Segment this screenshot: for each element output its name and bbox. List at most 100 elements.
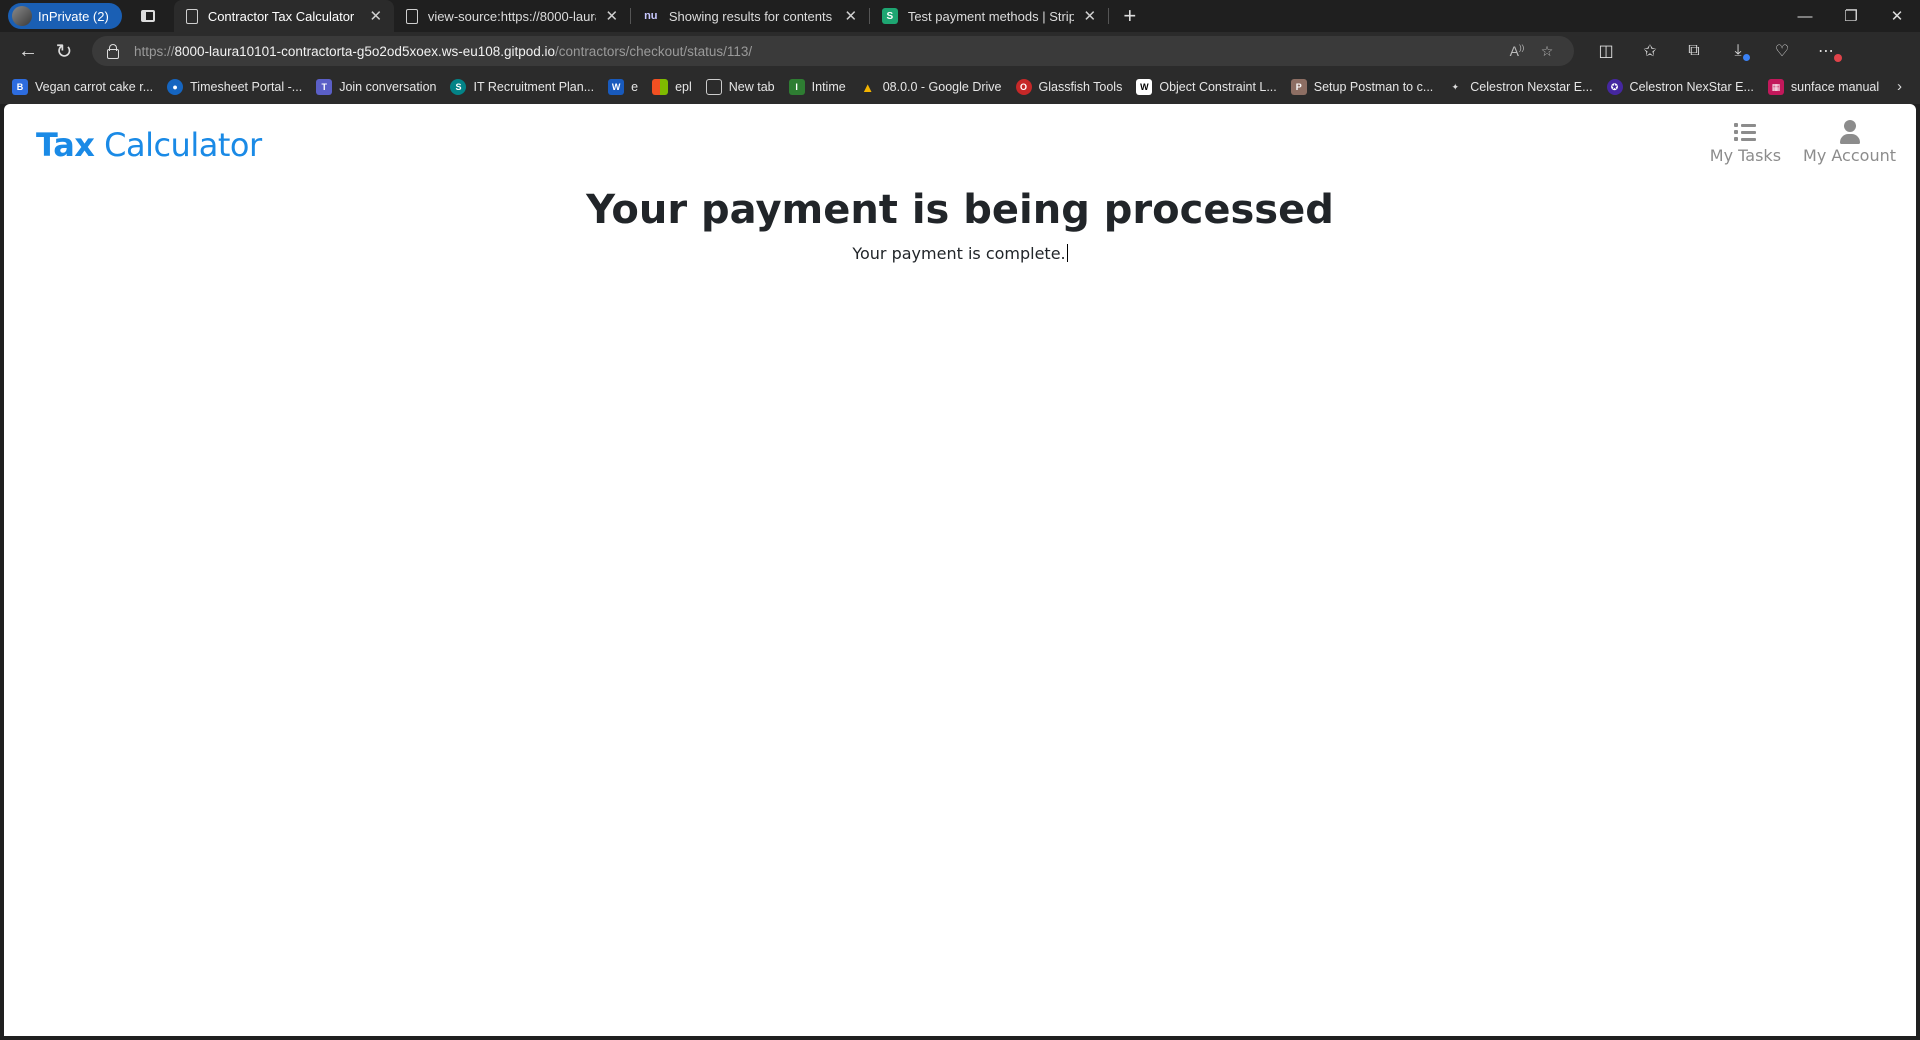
google-drive-icon: ▲ [861,79,875,95]
favorite-item[interactable]: ▲ 08.0.0 - Google Drive [860,79,1002,95]
favorite-item[interactable]: We [608,79,638,95]
status-message: Your payment is complete. [4,242,1916,266]
favorite-item[interactable]: ● Timesheet Portal -... [167,79,302,95]
split-screen-icon[interactable]: ◫ [1584,36,1628,66]
favorite-item[interactable]: O Glassfish Tools [1015,79,1122,95]
inprivate-profile-button[interactable]: InPrivate (2) [8,3,122,29]
close-tab-icon[interactable]: ✕ [366,7,386,25]
favorite-label: Intime [811,80,846,94]
my-tasks-link[interactable]: My Tasks [1710,118,1781,165]
browser-toolbar: ← ↻ https://8000-laura10101-contractorta… [0,32,1920,70]
favorite-star-icon[interactable]: ☆ [1532,43,1562,60]
close-window-icon[interactable]: ✕ [1874,0,1920,32]
user-icon [1839,118,1861,146]
favorite-site-icon: O [1015,79,1032,95]
favorite-site-icon: S [450,79,467,95]
favorite-label: Object Constraint L... [1159,80,1277,94]
tab-actions-menu-icon[interactable] [134,3,162,29]
window-controls: — ❐ ✕ [1782,0,1920,32]
close-tab-icon[interactable]: ✕ [602,7,622,25]
toolbar-actions: ◫ ✩ ⧉ ⤓ ♡ ⋯ [1584,36,1848,66]
minimize-icon[interactable]: — [1782,0,1828,32]
favorite-label: Celestron Nexstar E... [1470,80,1593,94]
favorite-item[interactable]: B Vegan carrot cake r... [12,79,153,95]
favorite-item[interactable]: I Intime [788,79,846,95]
lock-icon[interactable] [104,43,120,59]
favorite-site-icon: P [1290,79,1307,95]
downloads-icon[interactable]: ⤓ [1716,36,1760,66]
new-tab-button[interactable]: + [1115,5,1145,27]
favorite-item[interactable]: ▦ sunface manual [1767,79,1880,95]
tab-view-source[interactable]: view-source:https://8000-laura10 ✕ [394,0,630,32]
favorites-icon[interactable]: ✩ [1628,36,1672,66]
favorite-label: 08.0.0 - Google Drive [882,80,1002,94]
favorite-label: New tab [728,80,775,94]
tab-title: view-source:https://8000-laura10 [427,8,596,24]
settings-more-icon[interactable]: ⋯ [1804,36,1848,66]
tab-title: Test payment methods | Stripe D [907,8,1074,24]
favorite-item[interactable]: W Object Constraint L... [1136,79,1277,95]
favorite-label: Vegan carrot cake r... [35,80,154,94]
favorite-item[interactable]: epl [652,79,692,95]
favorite-site-icon: ● [167,79,184,95]
stripe-icon: S [881,8,898,24]
read-aloud-icon[interactable]: A)) [1502,43,1532,59]
document-icon [185,8,198,24]
favorite-site-icon: T [316,79,333,95]
back-arrow-icon[interactable]: ← [10,35,46,67]
tab-stripe-test-payment[interactable]: S Test payment methods | Stripe D ✕ [870,0,1108,32]
chevron-right-icon[interactable]: › [1897,78,1902,95]
favorite-label: IT Recruitment Plan... [473,80,595,94]
task-list-icon [1734,118,1757,146]
favorite-site-icon: ✪ [1606,79,1623,95]
favorite-label: sunface manual [1790,80,1880,94]
url-scheme: https:// [134,43,175,59]
address-bar[interactable]: https://8000-laura10101-contractorta-g5o… [92,36,1574,66]
my-account-link[interactable]: My Account [1803,118,1896,165]
document-icon [405,8,418,24]
favorite-item[interactable]: ✪ Celestron NexStar E... [1606,79,1754,95]
favorite-label: Setup Postman to c... [1313,80,1434,94]
my-tasks-label: My Tasks [1709,146,1782,165]
refresh-icon[interactable]: ↻ [46,35,82,67]
tab-title: Contractor Tax Calculator [207,8,355,24]
favorite-label: Timesheet Portal -... [190,80,303,94]
wikipedia-icon: W [1136,79,1153,95]
url-host: 8000-laura10101-contractorta-g5o2od5xoex… [174,43,556,59]
favorite-label: Celestron NexStar E... [1629,80,1754,94]
profile-label: InPrivate (2) [38,8,109,24]
collections-icon[interactable]: ⧉ [1672,36,1716,66]
favorite-site-icon: B [12,79,28,95]
status-message-text: Your payment is complete. [852,244,1066,263]
tab-contractor-tax-calculator[interactable]: Contractor Tax Calculator ✕ [173,0,394,32]
tab-showing-results[interactable]: nu Showing results for contents of t ✕ [631,0,869,32]
favorite-item[interactable]: ✦ Celestron Nexstar E... [1447,79,1593,95]
close-tab-icon[interactable]: ✕ [841,7,861,25]
brand-logo-link[interactable]: Tax Calculator [36,126,262,164]
close-tab-icon[interactable]: ✕ [1080,7,1100,25]
favorite-site-icon: ▦ [1767,79,1784,95]
tab-title: Showing results for contents of t [668,8,835,24]
brand-rest: Calculator [94,126,262,164]
favorite-site-icon: I [788,79,805,95]
favorite-item[interactable]: S IT Recruitment Plan... [450,79,594,95]
favorite-item[interactable]: New tab [705,79,775,95]
profile-avatar-icon [12,6,32,26]
favorite-item[interactable]: T Join conversation [316,79,436,95]
page-title: Your payment is being processed [586,187,1334,233]
browser-essentials-icon[interactable]: ♡ [1760,36,1804,66]
favorite-label: e [631,80,639,94]
favorite-site-icon: W [608,79,625,95]
url-path: /contractors/checkout/status/113/ [555,43,753,59]
favorite-item[interactable]: P Setup Postman to c... [1290,79,1434,95]
main-content: Your payment is being processed Your pay… [4,178,1916,266]
my-account-label: My Account [1803,146,1896,165]
tab-divider [1107,8,1109,24]
restore-icon[interactable]: ❐ [1828,0,1874,32]
telescope-icon: ✦ [1451,81,1460,92]
favorite-label: Join conversation [339,80,437,94]
favorite-site-icon [705,79,722,95]
site-navbar: Tax Calculator My Tasks My Account [4,104,1916,176]
favorite-site-icon [652,79,669,95]
text-cursor [1066,244,1068,262]
